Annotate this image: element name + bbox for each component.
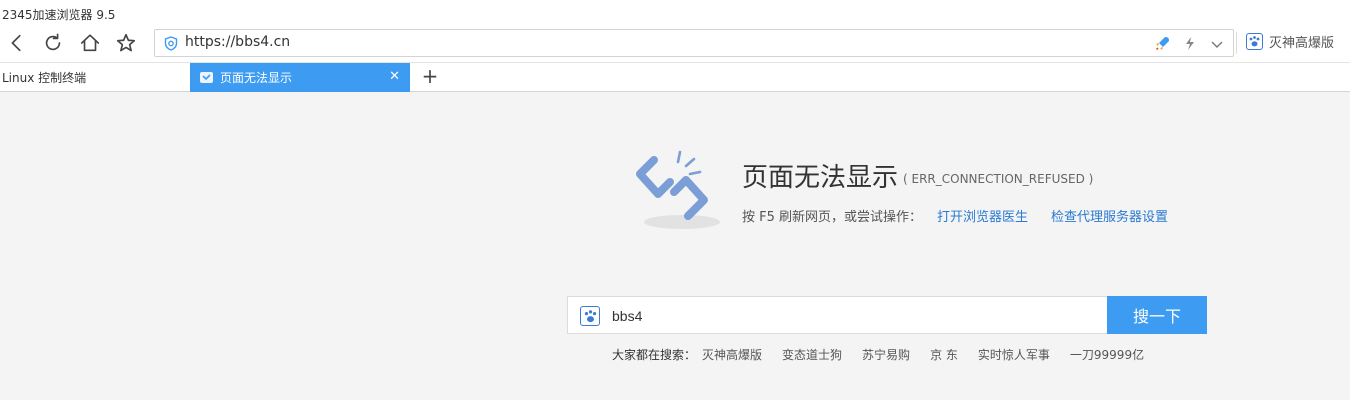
window-title: 2345加速浏览器 9.5	[2, 8, 116, 22]
error-code: ( ERR_CONNECTION_REFUSED )	[903, 172, 1094, 186]
broken-link-icon	[636, 150, 720, 229]
url-text[interactable]: https://bbs4.cn	[185, 34, 290, 50]
search-button[interactable]: 搜一下	[1107, 296, 1207, 334]
new-tab-button[interactable]: +	[420, 66, 440, 88]
search-input[interactable]	[612, 303, 1092, 329]
search-box	[567, 296, 1107, 334]
paw-icon[interactable]	[580, 306, 600, 326]
tab-error-page[interactable]: 页面无法显示 ✕	[190, 63, 410, 92]
quick-search-label: 灭神高爆版	[1269, 36, 1335, 51]
hot-search-item[interactable]: 变态道士狗	[782, 346, 842, 363]
reload-button[interactable]	[40, 30, 66, 56]
hot-searches-label: 大家都在搜索：	[612, 348, 697, 362]
tab-label: 页面无法显示	[220, 71, 293, 85]
back-button[interactable]	[4, 30, 30, 56]
tab-label: Linux 控制终端	[2, 71, 87, 85]
open-browser-doctor-link[interactable]: 打开浏览器医生	[937, 206, 1028, 225]
close-icon[interactable]: ✕	[389, 69, 400, 84]
error-title: 页面无法显示	[742, 163, 899, 193]
check-proxy-settings-link[interactable]: 检查代理服务器设置	[1051, 206, 1168, 225]
tab-strip: Linux 控制终端 页面无法显示 ✕ +	[0, 62, 1350, 92]
toolbar: https://bbs4.cn 灭神高爆版	[0, 26, 1350, 62]
hot-search-item[interactable]: 一刀99999亿	[1070, 346, 1144, 363]
chevron-left-icon	[11, 34, 21, 52]
title-bar: 2345加速浏览器 9.5	[0, 0, 1350, 26]
rocket-icon[interactable]	[1154, 35, 1171, 52]
chevron-down-icon[interactable]	[1208, 35, 1225, 52]
error-hint: 按 F5 刷新网页，或尝试操作：	[742, 210, 923, 225]
star-icon	[116, 33, 136, 52]
reload-icon	[45, 33, 61, 51]
hot-search-item[interactable]: 实时惊人军事	[978, 346, 1050, 363]
lightning-icon[interactable]	[1181, 35, 1198, 52]
hot-searches: 大家都在搜索： 灭神高爆版 变态道士狗 苏宁易购 京 东 实时惊人军事 一刀99…	[612, 346, 1164, 363]
favorite-button[interactable]	[113, 30, 139, 56]
hot-search-item[interactable]: 京 东	[930, 346, 958, 363]
tab-linux-console[interactable]: Linux 控制终端	[0, 63, 188, 92]
shield-icon	[164, 36, 178, 51]
hot-search-item[interactable]: 灭神高爆版	[702, 346, 762, 363]
address-bar[interactable]: https://bbs4.cn	[154, 29, 1234, 57]
quick-search-button[interactable]: 灭神高爆版	[1246, 32, 1334, 51]
page-favicon-icon	[198, 70, 214, 86]
home-icon	[80, 34, 100, 52]
hot-search-item[interactable]: 苏宁易购	[862, 346, 910, 363]
home-button[interactable]	[77, 30, 103, 56]
paw-icon	[1246, 33, 1263, 50]
toolbar-divider	[1236, 32, 1237, 54]
